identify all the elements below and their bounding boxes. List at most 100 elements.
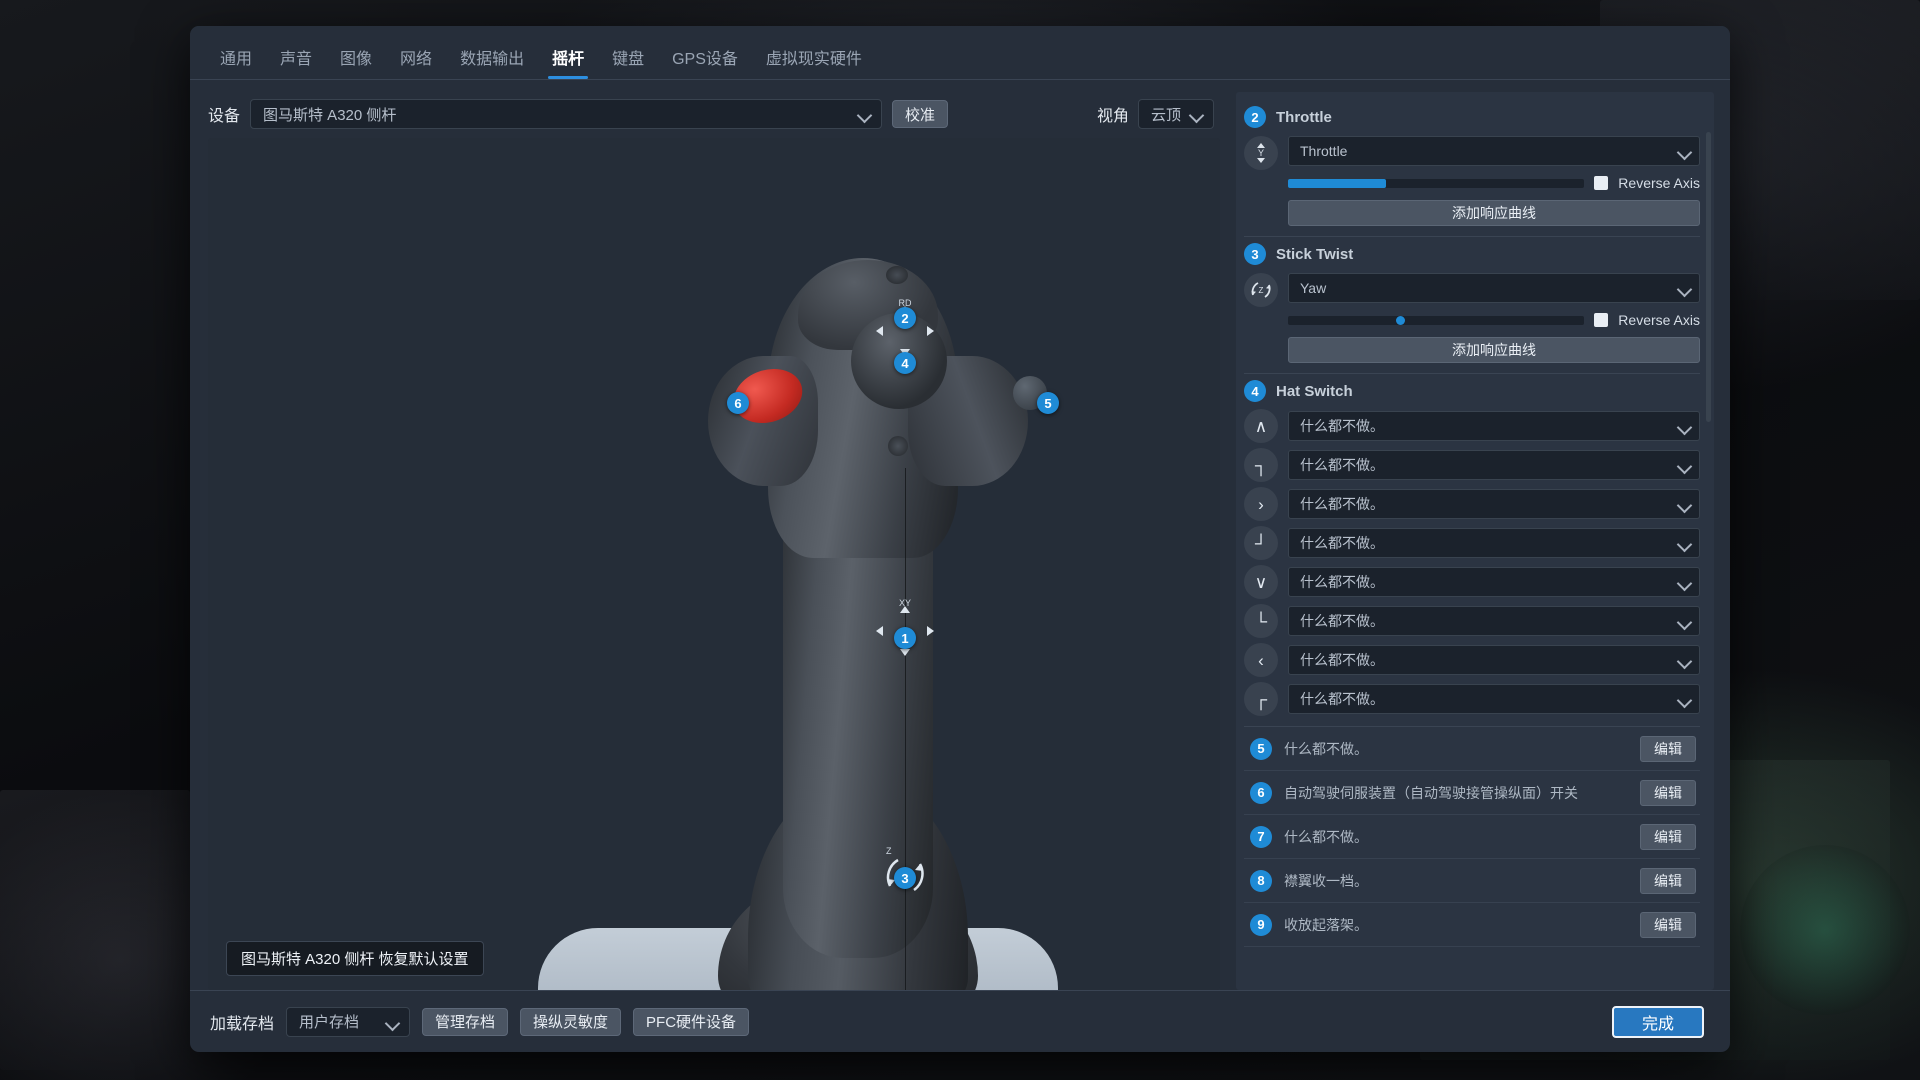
arrow-up-icon [900,606,910,613]
axis-stick-twist-assignment-dropdown[interactable]: Yaw [1288,273,1700,303]
hat-switch-group: 4 Hat Switch ∧ 什么都不做。 ┐ 什么都不做。 › 什么都不做。 ┘ 什么都不做… [1244,374,1700,727]
device-dropdown[interactable]: 图马斯特 A320 侧杆 [250,99,883,129]
hat-direction-row-2: › 什么都不做。 [1244,487,1700,521]
hat-direction-dropdown-2[interactable]: 什么都不做。 [1288,489,1700,519]
pfc-hardware-button[interactable]: PFC硬件设备 [633,1007,750,1036]
axis-group-stick-twist: 3 Stick Twist Z Yaw Reverse Axis 添加响应曲线 [1244,237,1700,374]
chevron-down-icon [1677,418,1693,434]
tab-vr-hardware[interactable]: 虚拟现实硬件 [752,52,876,79]
joystick-marker-2[interactable]: 2 [894,307,916,329]
tab-gps-devices[interactable]: GPS设备 [658,52,752,79]
hat-switch-header: 4 Hat Switch [1244,378,1700,404]
tab-general-label: 通用 [220,51,253,68]
joystick-preview-column: 设备 图马斯特 A320 侧杆 校准 视角 云顶 RD XY Z 1 2 3 4… [204,92,1224,990]
chevron-down-icon [1677,574,1693,590]
button-binding-row-6: 6 自动驾驶伺服装置（自动驾驶接管操纵面）开关 编辑 [1244,771,1700,815]
axis-stick-twist-slider-row: Reverse Axis [1288,312,1700,328]
view-dropdown[interactable]: 云顶 [1138,99,1214,129]
tab-sound-label: 声音 [280,51,313,68]
hat-direction-dropdown-4[interactable]: 什么都不做。 [1288,567,1700,597]
hat-direction-dropdown-3[interactable]: 什么都不做。 [1288,528,1700,558]
hat-direction-dropdown-7[interactable]: 什么都不做。 [1288,684,1700,714]
axis-z-rotate-icon: Z [1244,273,1278,307]
tab-keyboard[interactable]: 键盘 [598,52,658,79]
edit-button-5[interactable]: 编辑 [1640,735,1696,762]
chevron-down-icon [385,1014,401,1030]
arrow-right-icon: › [1244,487,1278,521]
arrow-down-icon: ∨ [1244,565,1278,599]
tab-graphics-label: 图像 [340,51,373,68]
view-dropdown-value: 云顶 [1151,106,1181,124]
axis-stick-twist-reverse-label: Reverse Axis [1618,312,1700,328]
joystick-marker-6[interactable]: 6 [727,392,749,414]
calibrate-button[interactable]: 校准 [892,100,949,128]
hat-direction-dropdown-6[interactable]: 什么都不做。 [1288,645,1700,675]
axis-throttle-assignment-dropdown[interactable]: Throttle [1288,136,1700,166]
tab-network-label: 网络 [400,51,433,68]
dialog-footer: 加载存档 用户存档 管理存档 操纵灵敏度 PFC硬件设备 完成 [190,990,1730,1052]
hat-direction-row-1: ┐ 什么都不做。 [1244,448,1700,482]
arrow-up-icon: ∧ [1244,409,1278,443]
tab-graphics[interactable]: 图像 [326,52,386,79]
corner-down-right-icon: ┘ [1244,526,1278,560]
hat-direction-dropdown-1[interactable]: 什么都不做。 [1288,450,1700,480]
axis-throttle-row: Y Throttle Reverse Axis 添加响应曲线 [1244,136,1700,226]
hat-direction-value-7: 什么都不做。 [1300,691,1384,707]
tab-sound[interactable]: 声音 [266,52,326,79]
tab-joystick[interactable]: 摇杆 [538,52,598,79]
hat-direction-value-2: 什么都不做。 [1300,496,1384,512]
tab-network[interactable]: 网络 [386,52,446,79]
tab-data-output[interactable]: 数据输出 [446,52,538,79]
hat-direction-value-0: 什么都不做。 [1300,418,1384,434]
button-binding-description: 什么都不做。 [1284,828,1368,845]
tab-general[interactable]: 通用 [206,52,266,79]
axis-stick-twist-response-curve-button[interactable]: 添加响应曲线 [1288,337,1700,363]
axis-throttle-reverse-checkbox[interactable] [1594,176,1609,190]
axis-group-throttle: 2 Throttle Y Throttle Reverse Axis 添加响应曲… [1244,100,1700,237]
settings-dialog: 通用 声音 图像 网络 数据输出 摇杆 键盘 GPS设备 虚拟现实硬件 设备 图… [190,26,1730,1052]
axis-stick-twist-slider[interactable] [1288,315,1585,325]
hat-direction-row-4: ∨ 什么都不做。 [1244,565,1700,599]
bindings-scrollbar[interactable] [1706,132,1711,422]
axis-throttle-slider-fill [1288,178,1386,188]
chevron-down-icon [1677,143,1693,159]
hat-direction-value-1: 什么都不做。 [1300,457,1384,473]
edit-button-6[interactable]: 编辑 [1640,779,1696,806]
hat-direction-value-4: 什么都不做。 [1300,574,1384,590]
edit-button-9[interactable]: 编辑 [1640,911,1696,938]
axis-stick-twist-reverse-checkbox[interactable] [1594,313,1609,327]
edit-button-7[interactable]: 编辑 [1640,823,1696,850]
view-selector-group: 视角 云顶 [1097,99,1220,129]
arrow-down-icon [900,649,910,656]
hat-direction-dropdown-5[interactable]: 什么都不做。 [1288,606,1700,636]
joystick-marker-4[interactable]: 4 [894,352,916,374]
hat-switch-title: Hat Switch [1276,382,1353,400]
hat-number-badge: 4 [1244,380,1266,402]
axis-throttle-response-curve-button[interactable]: 添加响应曲线 [1288,200,1700,226]
view-label: 视角 [1096,108,1129,125]
axis-number-badge: 2 [1244,106,1266,128]
arrow-left-icon [876,626,883,636]
manage-profiles-button[interactable]: 管理存档 [422,1007,509,1036]
hat-direction-dropdown-0[interactable]: 什么都不做。 [1288,411,1700,441]
restore-defaults-button[interactable]: 图马斯特 A320 侧杆 恢复默认设置 [226,941,484,976]
hat-direction-row-0: ∧ 什么都不做。 [1244,409,1700,443]
button-binding-row-7: 7 什么都不做。 编辑 [1244,815,1700,859]
control-sensitivity-button[interactable]: 操纵灵敏度 [520,1007,622,1036]
hat-direction-value-3: 什么都不做。 [1300,535,1384,551]
load-profile-label: 加载存档 [210,1015,275,1033]
axis-group-throttle-title: Throttle [1276,108,1332,126]
joystick-marker-1[interactable]: 1 [894,627,916,649]
profile-dropdown[interactable]: 用户存档 [286,1006,411,1037]
edit-button-8[interactable]: 编辑 [1640,867,1696,894]
joystick-illustration: RD XY Z 1 2 3 4 5 6 图马斯特 A320 侧杆 恢复默认设置 [208,138,1220,990]
button-binding-row-9: 9 收放起落架。 编辑 [1244,903,1700,947]
hat-direction-row-7: ┌ 什么都不做。 [1244,682,1700,716]
arrow-right-icon [927,626,934,636]
done-button[interactable]: 完成 [1611,1005,1704,1038]
joystick-marker-3[interactable]: 3 [894,867,916,889]
axis-throttle-slider[interactable] [1288,178,1585,188]
joystick-marker-5[interactable]: 5 [1037,392,1059,414]
hat-direction-list: ∧ 什么都不做。 ┐ 什么都不做。 › 什么都不做。 ┘ 什么都不做。 ∨ 什么都不做。 └ 什么都不… [1244,409,1700,716]
tab-keyboard-label: 键盘 [612,51,645,68]
